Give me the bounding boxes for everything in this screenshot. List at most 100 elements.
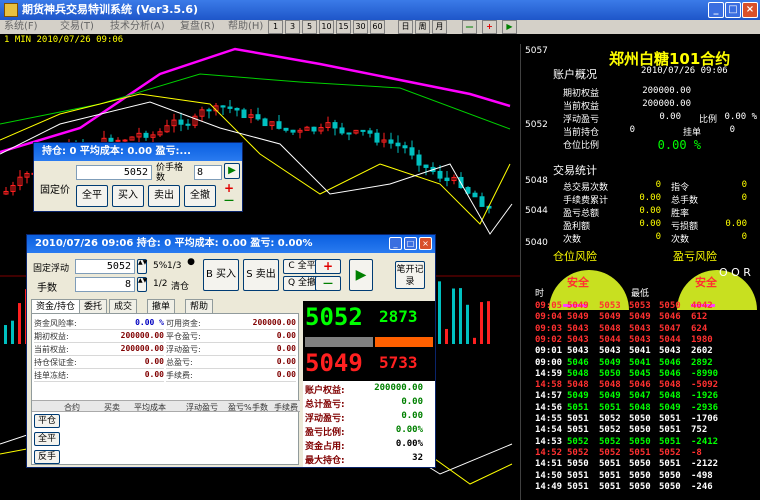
order-minus-button[interactable]: — [315, 276, 341, 291]
order-play-button[interactable]: ▶ [349, 259, 373, 291]
menu-trade[interactable]: 交易(T) [60, 20, 94, 34]
tick-cell: 5050 [629, 425, 651, 436]
candle-body [108, 137, 114, 142]
order-maximize-button[interactable]: □ [404, 237, 417, 250]
funds-label: 持仓保证金: [34, 358, 77, 367]
quick-plus-icon[interactable]: + [224, 181, 234, 195]
tick-cell: 09:03 [535, 323, 563, 334]
tab-fills[interactable]: 成交 [109, 299, 138, 313]
candle-body [444, 177, 450, 182]
stat-label: 总交易次数 [563, 183, 609, 193]
menu-replay[interactable]: 复盘(R) [180, 20, 215, 34]
grid-rule [34, 342, 164, 343]
period-30-button[interactable]: 30 [353, 20, 368, 34]
candle-body [255, 114, 261, 120]
candle-body [220, 105, 226, 108]
quick-play-button[interactable]: ▶ [224, 163, 240, 179]
trade-record-button[interactable]: 笔开记录 [395, 261, 425, 289]
account-value: 200000.00 [642, 86, 691, 96]
quick-minus-icon[interactable]: — [224, 195, 234, 206]
quick-lots-input[interactable]: 8 [194, 165, 222, 180]
reverse-position-button[interactable]: 反手 [34, 450, 60, 464]
period-3-button[interactable]: 3 [285, 20, 300, 34]
period-15-button[interactable]: 15 [336, 20, 351, 34]
funds-value: 0.00 [144, 357, 164, 366]
zoom-out-button[interactable]: — [462, 20, 477, 34]
period-60-button[interactable]: 60 [370, 20, 385, 34]
funds-label: 可用资金: [166, 319, 201, 328]
tick-cell: 5051 [659, 425, 681, 436]
volume-bar [487, 301, 490, 344]
order-minimize-button[interactable]: _ [389, 237, 402, 250]
candle-body [416, 154, 422, 166]
tick-cell: 5052 [567, 447, 589, 458]
order-plus-button[interactable]: + [315, 259, 341, 274]
tick-cell: 5043 [567, 323, 589, 334]
quick-buy-button[interactable]: 买入 [112, 185, 144, 207]
maximize-button[interactable]: □ [725, 2, 741, 18]
third-button[interactable]: 1/3 [167, 261, 181, 271]
menu-analysis[interactable]: 技术分析(A) [110, 20, 165, 34]
period-10-button[interactable]: 10 [319, 20, 334, 34]
order-radio[interactable]: ● [187, 257, 195, 271]
close-position-button[interactable]: 平仓 [34, 414, 60, 428]
ask-volume: 5733 [379, 353, 418, 372]
sell-button[interactable]: S 卖出 [243, 259, 279, 291]
tab-orders[interactable]: 委托 [79, 299, 108, 313]
grid-rule [166, 329, 296, 330]
tick-cell: 09:01 [535, 346, 563, 357]
quick-cancel-all-button[interactable]: 全撤 [184, 185, 216, 207]
order-window: 2010/07/26 09:06 持仓: 0 平均成本: 0.00 盈亏: 0.… [26, 234, 436, 468]
tick-cell: -5092 [691, 380, 719, 391]
tab-help[interactable]: 帮助 [185, 299, 214, 313]
order-price-input[interactable]: 5052 [75, 259, 135, 274]
volume-bar [4, 325, 7, 344]
tick-cell: 5048 [659, 380, 681, 391]
cancel-key: Q [288, 278, 296, 288]
close-button[interactable]: × [742, 2, 758, 18]
tick-cell: 5051 [567, 425, 589, 436]
volume-bar [438, 281, 441, 344]
lots-spin-button[interactable]: ▲▼ [137, 277, 147, 292]
price-type-label: 价手格数 [156, 163, 184, 183]
candle-body [472, 192, 478, 198]
funds-value: 0.00 % [135, 318, 164, 327]
tick-cell: 5041 [629, 357, 651, 368]
half-button[interactable]: 1/2 [153, 279, 167, 289]
funds-value: 0.00 [276, 370, 296, 379]
clear-button[interactable]: 清仓 [171, 279, 189, 292]
quick-sell-button[interactable]: 卖出 [148, 185, 180, 207]
buy-button[interactable]: B 买入 [203, 259, 239, 291]
period-week-button[interactable]: 周 [415, 20, 430, 34]
period-month-button[interactable]: 月 [432, 20, 447, 34]
minimize-button[interactable]: _ [708, 2, 724, 18]
pending-value: 0 [729, 125, 735, 135]
play-button[interactable]: ▶ [502, 20, 517, 34]
period-5-button[interactable]: 5 [302, 20, 317, 34]
quick-close-all-button[interactable]: 全平 [76, 185, 108, 207]
period-day-button[interactable]: 日 [398, 20, 413, 34]
quick-trade-window: 持仓: 0 平均成本: 0.00 盈亏:... 固定价 5052 价手格数 8 … [33, 142, 243, 212]
funds-value: 0.00 [276, 357, 296, 366]
stat-label: 手续费累计 [563, 196, 609, 206]
period-1-button[interactable]: 1 [268, 20, 283, 34]
price-spin-button[interactable]: ▲▼ [137, 259, 147, 274]
tick-cell: 5041 [629, 346, 651, 357]
menu-system[interactable]: 系统(F) [4, 20, 38, 34]
tick-cell: 5049 [629, 312, 651, 323]
funds-label: 手续费: [166, 371, 193, 380]
pct5-button[interactable]: 5% [153, 261, 167, 271]
menu-help[interactable]: 帮助(H) [228, 20, 263, 34]
tick-cell: 09:05 [535, 301, 563, 311]
order-lots-input[interactable]: 8 [75, 277, 135, 292]
zoom-in-button[interactable]: + [482, 20, 497, 34]
tab-funds-position[interactable]: 资金/持仓 [31, 299, 81, 313]
tab-cancels[interactable]: 撤单 [147, 299, 176, 313]
order-close-button[interactable]: × [419, 237, 432, 250]
tick-cell: -246 [691, 481, 713, 492]
price-input[interactable]: 5052 [76, 165, 152, 180]
stat-value: 0 [655, 180, 661, 190]
tick-cell: 5051 [599, 470, 621, 481]
close-all-position-button[interactable]: 全平 [34, 432, 60, 446]
tick-cell: 5051 [659, 436, 681, 447]
